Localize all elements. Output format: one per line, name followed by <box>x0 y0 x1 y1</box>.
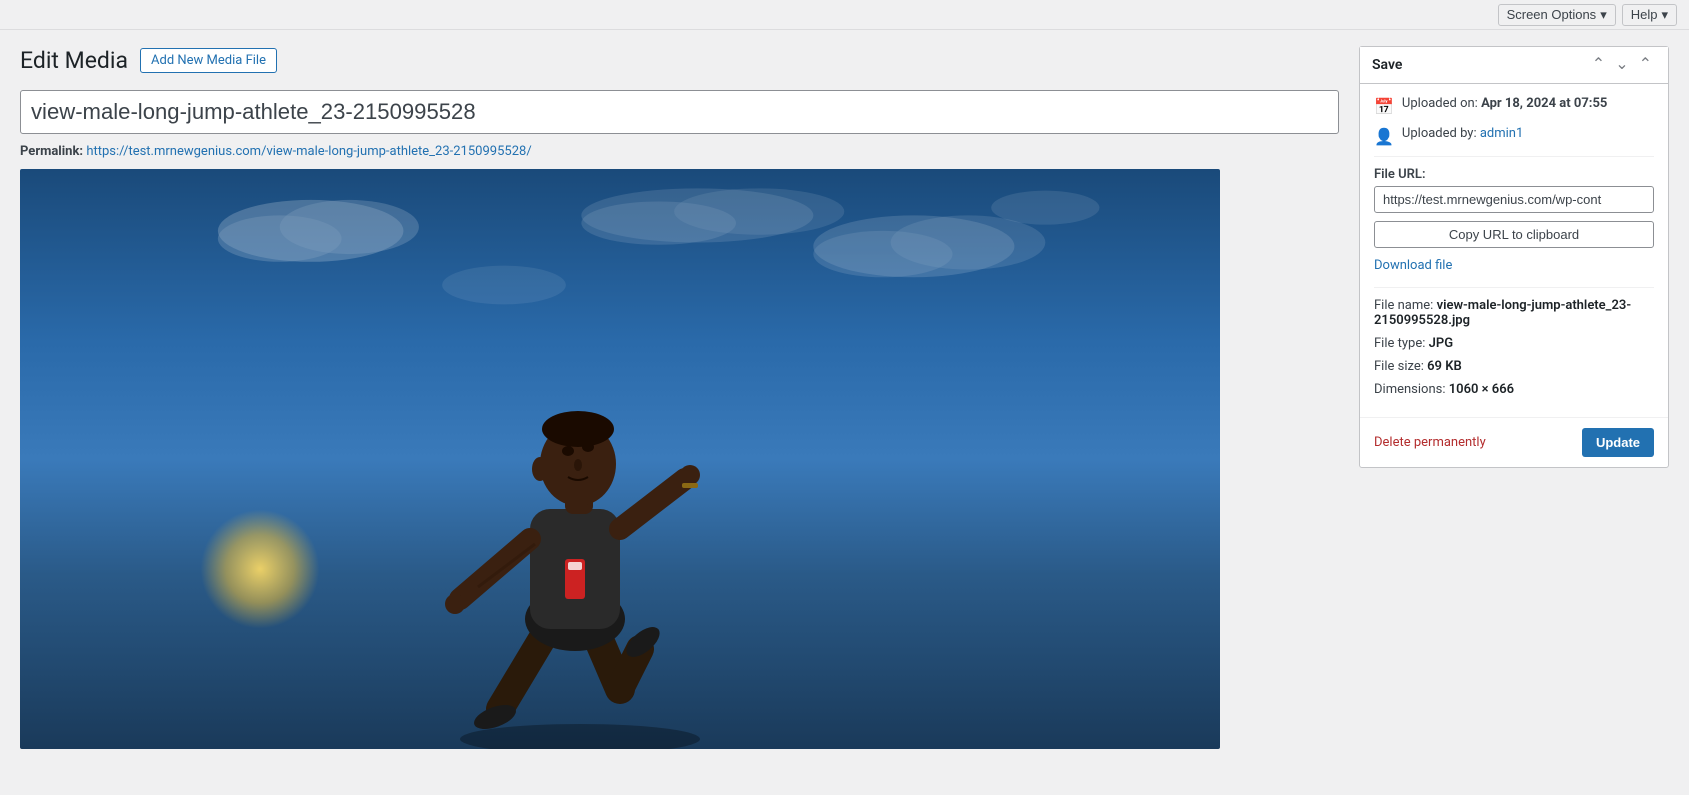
sidebar: Save ⌃ ⌄ ⌃ 📅 Uploaded on: Apr 18, 2024 a… <box>1359 46 1669 468</box>
file-type-label: File type: <box>1374 336 1425 351</box>
uploaded-on-row: 📅 Uploaded on: Apr 18, 2024 at 07:55 <box>1374 96 1654 116</box>
calendar-icon: 📅 <box>1374 97 1394 116</box>
permalink-row: Permalink: https://test.mrnewgenius.com/… <box>20 144 1339 159</box>
add-new-media-button[interactable]: Add New Media File <box>140 48 277 73</box>
help-label: Help <box>1631 7 1658 22</box>
save-box-header: Save ⌃ ⌄ ⌃ <box>1360 47 1668 84</box>
uploaded-on-value: Apr 18, 2024 at 07:55 <box>1481 96 1607 111</box>
copy-url-button[interactable]: Copy URL to clipboard <box>1374 221 1654 248</box>
dimensions-value: 1060 × 666 <box>1449 382 1514 397</box>
collapse-down-button[interactable]: ⌄ <box>1611 55 1632 75</box>
screen-options-button[interactable]: Screen Options ▾ <box>1498 4 1616 26</box>
collapse-toggle-button[interactable]: ⌃ <box>1635 55 1656 75</box>
uploaded-on-text: Uploaded on: Apr 18, 2024 at 07:55 <box>1402 96 1607 111</box>
file-url-input[interactable] <box>1374 186 1654 213</box>
uploaded-by-row: 👤 Uploaded by: admin1 <box>1374 126 1654 146</box>
dimensions-label: Dimensions: <box>1374 382 1446 397</box>
file-url-label: File URL: <box>1374 167 1654 182</box>
help-chevron-icon: ▾ <box>1661 7 1668 23</box>
update-button[interactable]: Update <box>1582 428 1654 457</box>
page-header: Edit Media Add New Media File <box>20 46 1339 76</box>
athlete-svg <box>20 169 1220 749</box>
divider-1 <box>1374 156 1654 157</box>
media-title-input[interactable] <box>20 90 1339 134</box>
user-icon: 👤 <box>1374 127 1394 146</box>
divider-2 <box>1374 287 1654 288</box>
image-preview <box>20 169 1220 749</box>
save-box: Save ⌃ ⌄ ⌃ 📅 Uploaded on: Apr 18, 2024 a… <box>1359 46 1669 468</box>
file-size-label: File size: <box>1374 359 1424 374</box>
file-type-value: JPG <box>1429 336 1453 351</box>
file-name-label: File name: <box>1374 298 1433 313</box>
page-title: Edit Media <box>20 46 128 76</box>
page-wrap: Edit Media Add New Media File Permalink:… <box>0 30 1689 765</box>
sidebar-actions: Delete permanently Update <box>1360 417 1668 467</box>
permalink-label: Permalink: <box>20 144 83 159</box>
collapse-up-button[interactable]: ⌃ <box>1588 55 1609 75</box>
download-file-link[interactable]: Download file <box>1374 258 1654 273</box>
uploaded-by-text: Uploaded by: admin1 <box>1402 126 1523 141</box>
file-size-row: File size: 69 KB <box>1374 359 1654 374</box>
screen-options-label: Screen Options <box>1507 7 1597 22</box>
uploaded-by-user-link[interactable]: admin1 <box>1480 126 1523 141</box>
file-type-row: File type: JPG <box>1374 336 1654 351</box>
file-name-row: File name: view-male-long-jump-athlete_2… <box>1374 298 1654 328</box>
delete-permanently-link[interactable]: Delete permanently <box>1374 435 1486 450</box>
permalink-link[interactable]: https://test.mrnewgenius.com/view-male-l… <box>86 144 531 159</box>
dimensions-row: Dimensions: 1060 × 666 <box>1374 382 1654 397</box>
uploaded-on-label: Uploaded on: <box>1402 96 1478 111</box>
save-box-title: Save <box>1372 57 1402 73</box>
help-button[interactable]: Help ▾ <box>1622 4 1677 26</box>
top-bar: Screen Options ▾ Help ▾ <box>0 0 1689 30</box>
uploaded-by-label: Uploaded by: <box>1402 126 1477 141</box>
save-box-body: 📅 Uploaded on: Apr 18, 2024 at 07:55 👤 U… <box>1360 84 1668 417</box>
file-size-value: 69 KB <box>1427 359 1462 374</box>
screen-options-chevron-icon: ▾ <box>1600 7 1607 23</box>
sidebar-box-controls: ⌃ ⌄ ⌃ <box>1588 55 1656 75</box>
main-content: Edit Media Add New Media File Permalink:… <box>20 46 1339 749</box>
